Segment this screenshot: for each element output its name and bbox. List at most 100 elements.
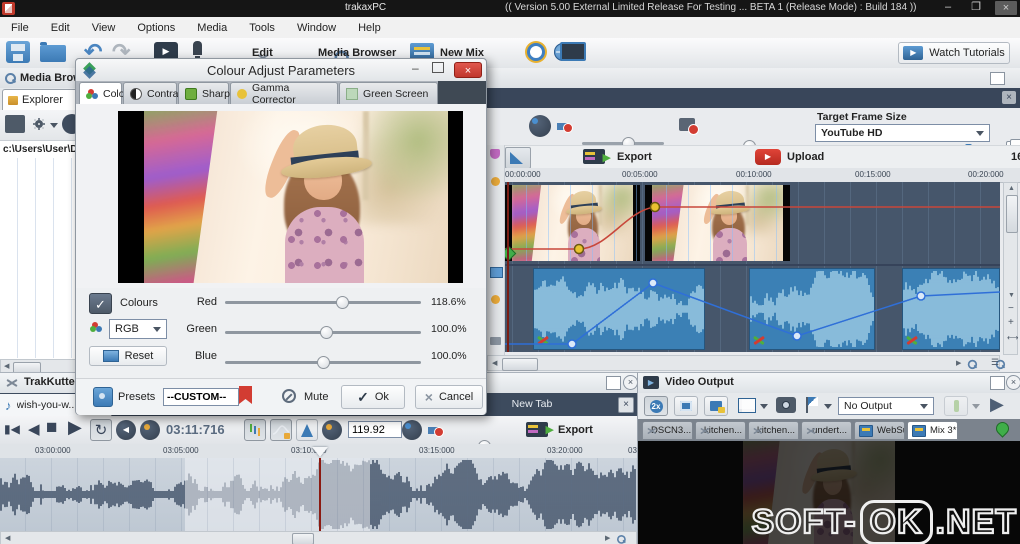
- mix-tracks-area[interactable]: [487, 182, 1000, 352]
- red-slider-thumb[interactable]: [336, 296, 349, 309]
- grid-chevron-icon[interactable]: [760, 404, 768, 409]
- output-play-icon[interactable]: ▶: [990, 394, 1004, 415]
- video-automation-curve[interactable]: [487, 182, 1000, 264]
- menu-edit[interactable]: Edit: [40, 22, 81, 34]
- tab-mix3-active[interactable]: Mix 3*: [907, 421, 958, 440]
- upload-label[interactable]: Upload: [787, 151, 824, 163]
- watch-tutorials-button[interactable]: ▶ Watch Tutorials: [898, 42, 1010, 64]
- volume-knob[interactable]: [402, 420, 422, 440]
- tab-kitchen-2[interactable]: kitchen...: [748, 421, 799, 440]
- flag-marker-icon[interactable]: [806, 397, 820, 413]
- marker-dot-icon[interactable]: [491, 177, 500, 186]
- step-start-icon[interactable]: ▮◀: [4, 422, 20, 436]
- tab-contrast[interactable]: Contrast: [123, 82, 177, 104]
- target-frame-size-select[interactable]: YouTube HD: [815, 124, 990, 142]
- tab-dscn3[interactable]: DSCN3...: [642, 421, 693, 440]
- scroll-left-icon[interactable]: ◀: [4, 362, 9, 372]
- trak-scroll-left-icon[interactable]: ◀: [5, 534, 10, 544]
- stop-media-icon[interactable]: [5, 115, 25, 133]
- mix-hscrollbar[interactable]: ◀ ▶ ☰: [487, 355, 1000, 371]
- save-icon[interactable]: [6, 41, 30, 63]
- audio-knob[interactable]: [529, 115, 551, 137]
- panel-restore-icon[interactable]: [990, 72, 1005, 85]
- new-tab-label[interactable]: New Tab: [492, 398, 572, 410]
- ok-button[interactable]: ✓ Ok: [341, 385, 405, 409]
- mix-scroll-right-icon[interactable]: ▶: [956, 359, 961, 369]
- mute-audio-icon[interactable]: [557, 119, 573, 133]
- export-icon[interactable]: ▶: [583, 149, 605, 164]
- close-icon[interactable]: ×: [995, 1, 1017, 15]
- dialog-maximize-icon[interactable]: [432, 62, 444, 73]
- track-list-icon[interactable]: ☰: [991, 357, 999, 368]
- green-slider-thumb[interactable]: [320, 326, 333, 339]
- blue-slider-thumb[interactable]: [317, 356, 330, 369]
- mix-ruler[interactable]: 00:00:000 00:05:000 00:10:000 00:15:000 …: [487, 168, 1020, 183]
- help-lifering-icon[interactable]: [527, 43, 545, 61]
- tab-explorer[interactable]: Explorer: [2, 89, 82, 110]
- blue-slider[interactable]: [225, 361, 421, 364]
- upload-youtube-icon[interactable]: ▶: [755, 149, 781, 165]
- mix-scroll-left-icon[interactable]: ◀: [492, 359, 497, 369]
- lock-aspect-button[interactable]: [704, 396, 728, 416]
- location-pin-icon[interactable]: [993, 419, 1011, 437]
- automation-wave-icon[interactable]: [270, 419, 292, 441]
- microphone-icon[interactable]: [193, 41, 202, 55]
- trak-export-icon[interactable]: ▶: [526, 422, 548, 437]
- zoom-2x-button[interactable]: 2x: [644, 396, 668, 416]
- transport-mute-icon[interactable]: [428, 423, 444, 437]
- stop-icon[interactable]: ■: [46, 417, 57, 439]
- dialog-minimize-icon[interactable]: –: [412, 61, 419, 75]
- tab-kitchen-1[interactable]: kitchen...: [695, 421, 746, 440]
- presets-label[interactable]: Presets: [118, 391, 155, 403]
- trak-waveform-area[interactable]: [0, 458, 637, 531]
- snapshot-camera-icon[interactable]: [776, 397, 796, 413]
- preset-name-input[interactable]: [163, 388, 239, 406]
- audio-automation-curve[interactable]: [487, 268, 1000, 352]
- trak-export-label[interactable]: Export: [558, 424, 593, 436]
- menu-tools[interactable]: Tools: [238, 22, 286, 34]
- trakkutter-restore-icon[interactable]: [606, 376, 621, 390]
- trak-zoom-in-icon[interactable]: [616, 534, 626, 544]
- mix-close-icon[interactable]: ×: [1002, 91, 1016, 104]
- rewind-icon[interactable]: ◀: [28, 420, 40, 438]
- mix-playhead[interactable]: [507, 182, 509, 352]
- trak-hscrollbar[interactable]: ◀ ▶: [0, 531, 637, 544]
- menu-file[interactable]: File: [0, 22, 40, 34]
- menu-help[interactable]: Help: [347, 22, 392, 34]
- output-device-select[interactable]: No Output: [838, 397, 934, 415]
- playhead-marker[interactable]: [312, 447, 328, 457]
- render-quality-button[interactable]: [944, 396, 968, 416]
- colours-checkbox[interactable]: ✓: [89, 293, 112, 314]
- track-plus-icon[interactable]: +: [1008, 317, 1014, 328]
- video-mute-icon[interactable]: [679, 118, 695, 131]
- tab-undert[interactable]: undert...: [801, 421, 852, 440]
- trak-scroll-right-icon[interactable]: ▶: [605, 534, 610, 544]
- dialog-titlebar[interactable]: Colour Adjust Parameters – ×: [76, 59, 486, 82]
- tempo-input[interactable]: [348, 421, 402, 438]
- tab-websu[interactable]: WebSu...: [854, 421, 905, 440]
- red-slider[interactable]: [225, 301, 421, 304]
- presets-icon[interactable]: [93, 387, 113, 407]
- mix-vscrollbar[interactable]: ▲ ▼ − + ⟷: [1003, 182, 1018, 355]
- dialog-close-icon[interactable]: ×: [454, 62, 482, 78]
- cancel-button[interactable]: × Cancel: [415, 385, 483, 409]
- mute-label[interactable]: Mute: [304, 391, 328, 403]
- mix-scroll-thumb[interactable]: [502, 358, 538, 371]
- tab-green-screen[interactable]: Green Screen: [339, 82, 438, 104]
- track-minus-icon[interactable]: −: [1008, 303, 1014, 314]
- new-tab-close-icon[interactable]: ×: [618, 397, 634, 413]
- trak-scroll-thumb[interactable]: [292, 533, 314, 544]
- mix-export-label[interactable]: Export: [617, 151, 652, 163]
- mixer-bars-icon[interactable]: [244, 419, 266, 441]
- printer-icon[interactable]: [490, 337, 501, 345]
- minimize-icon[interactable]: –: [940, 0, 956, 15]
- return-start-knob[interactable]: ◀: [116, 420, 136, 440]
- loop-icon[interactable]: ↻: [90, 419, 112, 441]
- metronome-icon[interactable]: [296, 419, 318, 441]
- menu-view[interactable]: View: [81, 22, 127, 34]
- trak-playhead-line[interactable]: [319, 458, 321, 531]
- bookmark-ribbon-icon[interactable]: [239, 386, 252, 404]
- mix-scroll-up-icon[interactable]: ▲: [1008, 184, 1015, 194]
- menu-window[interactable]: Window: [286, 22, 347, 34]
- tab-colours[interactable]: Colours: [79, 82, 122, 105]
